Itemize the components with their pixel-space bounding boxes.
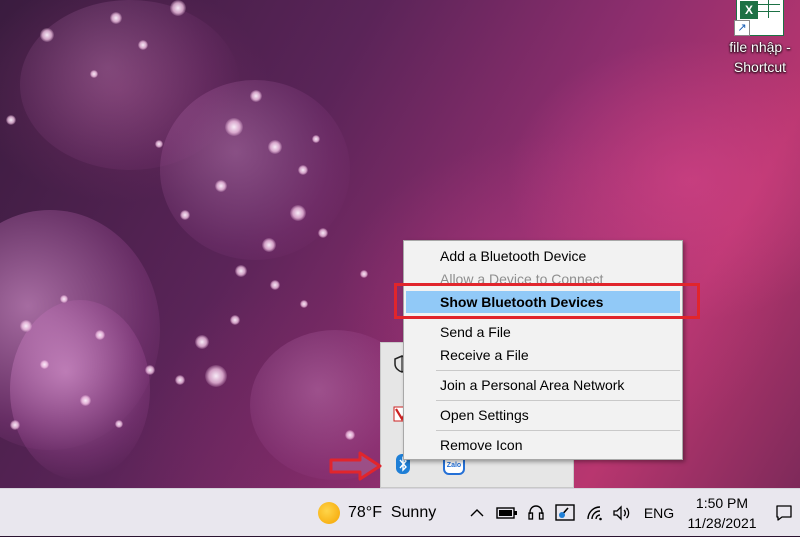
menu-separator — [436, 430, 680, 431]
battery-icon[interactable] — [494, 489, 520, 537]
menu-item-join-personal-area-network[interactable]: Join a Personal Area Network — [406, 374, 680, 396]
bluetooth-context-menu: Add a Bluetooth Device Allow a Device to… — [403, 240, 683, 460]
menu-separator — [436, 317, 680, 318]
sun-icon — [318, 502, 340, 524]
clock[interactable]: 1:50 PM 11/28/2021 — [680, 489, 764, 537]
clock-time: 1:50 PM — [695, 495, 749, 511]
menu-separator — [436, 370, 680, 371]
shortcut-arrow-icon: ↗ — [734, 20, 750, 36]
shortcut-label: file nhập - Shortcut — [720, 37, 800, 77]
menu-item-show-bluetooth-devices[interactable]: Show Bluetooth Devices — [406, 291, 680, 313]
weather-temperature: 78°F — [348, 504, 382, 521]
volume-icon[interactable] — [610, 489, 634, 537]
menu-item-receive-a-file[interactable]: Receive a File — [406, 344, 680, 366]
headset-icon[interactable] — [524, 489, 548, 537]
shortcut-label-line2: Shortcut — [733, 59, 787, 75]
notification-icon[interactable] — [772, 489, 796, 537]
menu-item-remove-icon[interactable]: Remove Icon — [406, 434, 680, 456]
weather-text: 78°F Sunny — [348, 504, 436, 522]
desktop-shortcut-file[interactable]: X ↗ file nhập - Shortcut — [720, 0, 800, 76]
taskbar: 78°F Sunny ENG 1:50 PM 11/28/2021 — [0, 488, 800, 536]
menu-item-add-bluetooth-device[interactable]: Add a Bluetooth Device — [406, 245, 680, 267]
menu-item-allow-device-to-connect: Allow a Device to Connect — [440, 271, 604, 287]
clock-date: 11/28/2021 — [687, 515, 757, 531]
wifi-icon[interactable] — [584, 489, 606, 537]
menu-item-open-settings[interactable]: Open Settings — [406, 404, 680, 426]
annotation-arrow-icon — [328, 450, 384, 482]
svg-text:Zalo: Zalo — [447, 462, 461, 469]
menu-separator — [436, 400, 680, 401]
pen-tablet-icon[interactable] — [552, 489, 578, 537]
weather-condition: Sunny — [390, 504, 437, 521]
weather-widget[interactable]: 78°F Sunny — [318, 489, 468, 537]
language-indicator[interactable]: ENG — [640, 489, 678, 537]
shortcut-label-line1: file nhập - — [729, 39, 791, 55]
menu-item-send-a-file[interactable]: Send a File — [406, 321, 680, 343]
chevron-up-icon[interactable] — [466, 489, 488, 537]
